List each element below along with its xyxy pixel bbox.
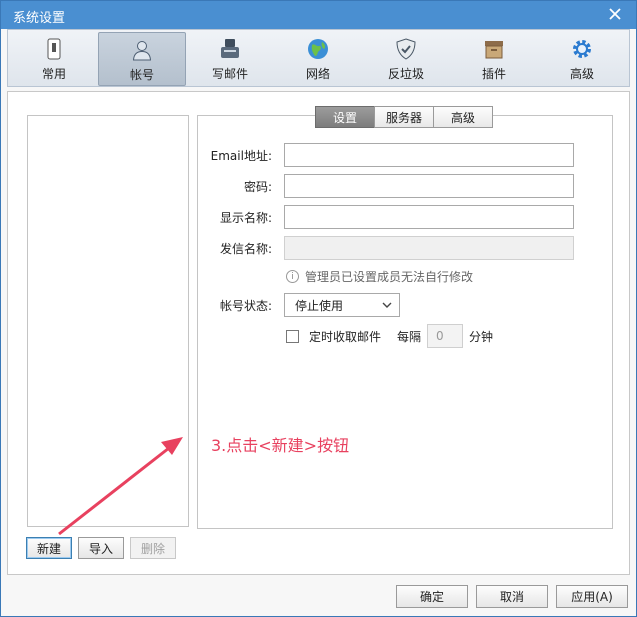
password-label: 密码:: [243, 180, 272, 194]
account-detail-panel: 设置 服务器 高级 Email地址: 密码: 显示名称: 发信名称: i 管理员…: [197, 106, 614, 529]
window-title: 系统设置: [13, 11, 66, 26]
minute-label: 分钟: [469, 329, 494, 344]
toolbar-item-antispam[interactable]: 反垃圾: [362, 32, 450, 86]
toolbar-item-compose[interactable]: 写邮件: [186, 32, 274, 86]
scheduled-fetch-row: 定时收取邮件 每隔 0 分钟: [286, 324, 493, 348]
ok-button[interactable]: 确定: [396, 585, 468, 608]
sender-name-field: [284, 236, 574, 260]
sender-name-row: 发信名称:: [198, 236, 614, 260]
toolbar-item-network[interactable]: 网络: [274, 32, 362, 86]
toolbar-item-label: 反垃圾: [387, 67, 424, 81]
password-field[interactable]: [284, 174, 574, 198]
email-label: Email地址:: [210, 149, 272, 163]
every-label: 每隔: [397, 329, 422, 344]
toolbar-item-label: 写邮件: [211, 67, 248, 81]
toolbar-item-general[interactable]: 常用: [10, 32, 98, 86]
chevron-down-icon: [382, 302, 392, 308]
new-account-button[interactable]: 新建: [26, 537, 73, 559]
email-row: Email地址:: [198, 143, 614, 167]
settings-window: 系统设置 常用 帐号 写邮件 网络 反垃圾 插件 高级 新建 导入 删除 设置 …: [0, 0, 637, 617]
toolbar-item-label: 帐号: [129, 68, 154, 82]
email-field[interactable]: [284, 143, 574, 167]
account-settings-panel: 新建 导入 删除 设置 服务器 高级 Email地址: 密码: 显示名称: 发信…: [7, 91, 630, 575]
tab-server[interactable]: 服务器: [374, 106, 434, 128]
toolbar-item-label: 插件: [481, 67, 506, 81]
settings-tabs: 设置 服务器 高级: [315, 106, 493, 128]
toolbar-item-label: 网络: [305, 67, 330, 81]
sender-name-label: 发信名称:: [219, 242, 272, 256]
admin-notice-text: 管理员已设置成员无法自行修改: [305, 270, 474, 284]
display-name-label: 显示名称:: [219, 211, 272, 225]
info-icon: i: [286, 270, 299, 283]
phone-icon: [42, 37, 66, 61]
tab-advanced[interactable]: 高级: [433, 106, 493, 128]
toolbar-item-plugins[interactable]: 插件: [450, 32, 538, 86]
tab-settings[interactable]: 设置: [315, 106, 375, 128]
box-icon: [482, 37, 506, 61]
close-icon: [609, 8, 621, 20]
tutorial-annotation: 3.点击<新建>按钮: [211, 436, 350, 455]
status-label: 帐号状态:: [219, 299, 272, 313]
import-button[interactable]: 导入: [78, 537, 125, 559]
account-actions: 新建 导入 删除: [26, 537, 177, 559]
category-toolbar: 常用 帐号 写邮件 网络 反垃圾 插件 高级: [7, 29, 630, 87]
cancel-button[interactable]: 取消: [476, 585, 548, 608]
account-status-select[interactable]: 停止使用: [284, 293, 400, 317]
toolbar-item-account[interactable]: 帐号: [98, 32, 186, 86]
account-list[interactable]: [27, 115, 189, 527]
title-bar: 系统设置: [1, 1, 636, 29]
admin-notice: i 管理员已设置成员无法自行修改: [286, 268, 473, 285]
scheduled-fetch-checkbox[interactable]: [286, 329, 299, 343]
user-icon: [130, 38, 154, 62]
toolbar-item-label: 高级: [569, 67, 594, 81]
shield-icon: [394, 37, 418, 61]
dialog-footer: 确定 取消 应用(A): [396, 585, 628, 608]
toolbar-item-advanced[interactable]: 高级: [538, 32, 626, 86]
toolbar-item-label: 常用: [41, 67, 66, 81]
globe-icon: [306, 37, 330, 61]
apply-button[interactable]: 应用(A): [556, 585, 628, 608]
gear-icon: [570, 37, 594, 61]
display-name-field[interactable]: [284, 205, 574, 229]
password-row: 密码:: [198, 174, 614, 198]
display-name-row: 显示名称:: [198, 205, 614, 229]
close-button[interactable]: [606, 5, 624, 23]
delete-button: 删除: [130, 537, 177, 559]
interval-input: 0: [427, 324, 464, 348]
status-row: 帐号状态: 停止使用: [198, 293, 614, 317]
scheduled-fetch-label: 定时收取邮件: [309, 329, 382, 344]
compose-icon: [218, 37, 242, 61]
account-status-value: 停止使用: [295, 298, 344, 313]
